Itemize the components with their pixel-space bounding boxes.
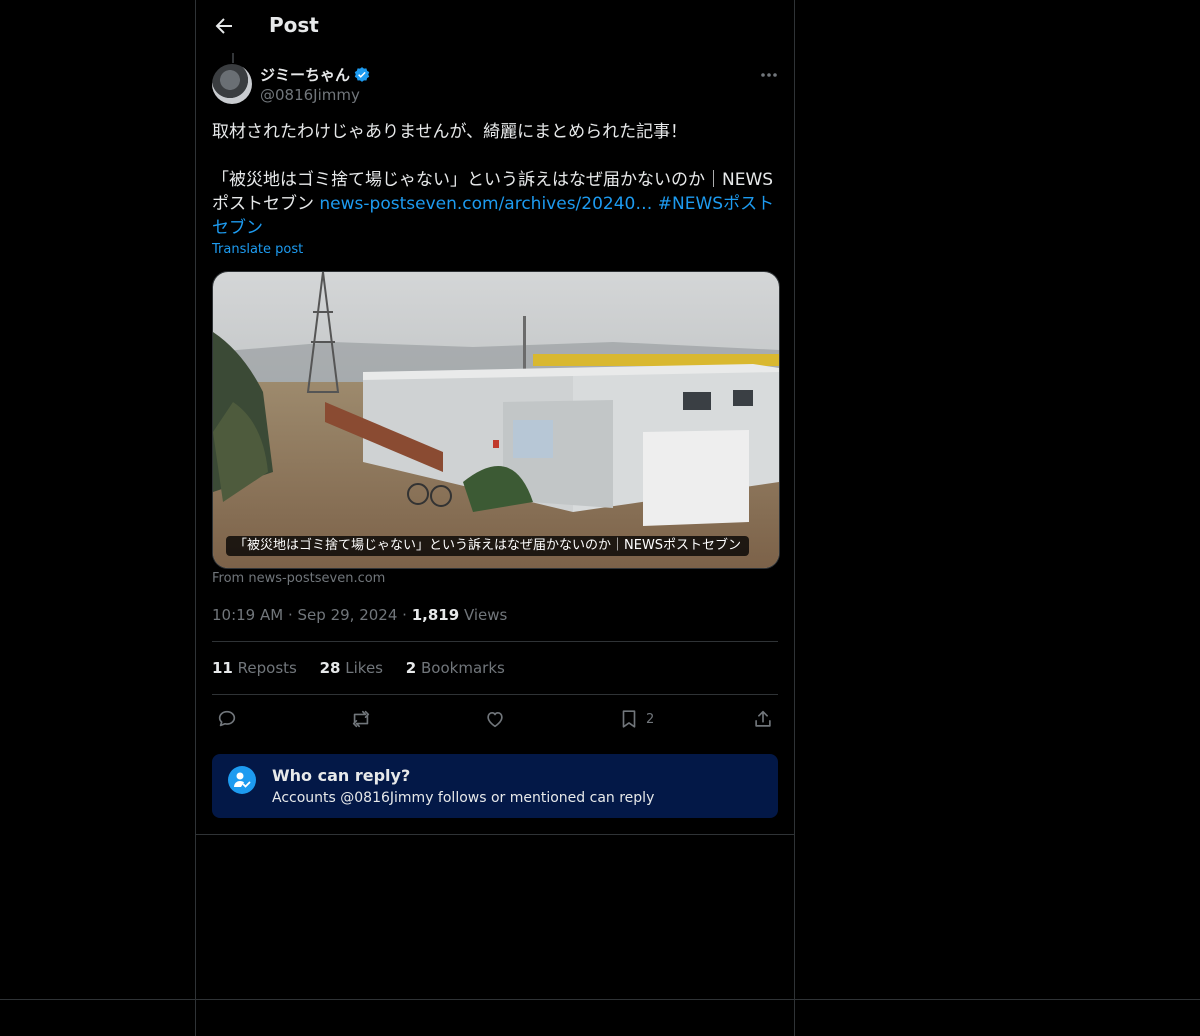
- reply-restriction-notice: Who can reply? Accounts @0816Jimmy follo…: [212, 754, 778, 818]
- post-text-line1: 取材されたわけじゃありませんが、綺麗にまとめられた記事！: [212, 122, 688, 142]
- bookmark-count: 2: [646, 711, 655, 727]
- card-source[interactable]: From news-postseven.com: [212, 571, 385, 586]
- reply-restriction-subtitle: Accounts @0816Jimmy follows or mentioned…: [272, 790, 655, 806]
- reply-button[interactable]: [216, 707, 238, 731]
- link-card[interactable]: 「被災地はゴミ捨て場じゃない」という訴えはなぜ届かないのか｜NEWSポストセブン: [212, 271, 780, 569]
- bookmarks-label: Bookmarks: [421, 659, 505, 677]
- verified-badge-icon[interactable]: [353, 66, 371, 84]
- repost-icon: [352, 710, 370, 728]
- views-count: 1,819: [411, 606, 460, 624]
- reposts-label: Reposts: [237, 659, 297, 677]
- person-check-icon: [228, 766, 256, 794]
- translate-post-link[interactable]: Translate post: [212, 242, 303, 257]
- likes-label: Likes: [345, 659, 384, 677]
- post-text: 取材されたわけじゃありませんが、綺麗にまとめられた記事！ 「被災地はゴミ捨て場じ…: [212, 120, 778, 240]
- reply-restriction-title: Who can reply?: [272, 766, 411, 785]
- meta-dot: ·: [402, 606, 412, 624]
- post-meta: 10:19 AM · Sep 29, 2024 · 1,819 Views: [212, 606, 507, 624]
- divider: [196, 834, 794, 835]
- thread-line: [232, 53, 234, 63]
- reply-icon: [218, 710, 236, 727]
- card-caption: 「被災地はゴミ捨て場じゃない」という訴えはなぜ届かないのか｜NEWSポストセブン: [226, 536, 750, 556]
- like-icon: [487, 712, 503, 728]
- author-handle[interactable]: @0816Jimmy: [260, 86, 360, 104]
- post-date[interactable]: Sep 29, 2024: [298, 606, 398, 624]
- views-label: Views: [463, 606, 508, 624]
- divider: [212, 641, 778, 642]
- bookmarks-stat[interactable]: 2 Bookmarks: [406, 659, 505, 677]
- article-link[interactable]: news-postseven.com/archives/20240…: [319, 194, 652, 214]
- repost-button[interactable]: [350, 707, 372, 731]
- back-arrow-icon[interactable]: [212, 14, 238, 40]
- page-title: Post: [269, 13, 319, 37]
- meta-dot: ·: [287, 606, 298, 624]
- likes-stat[interactable]: 28 Likes: [320, 659, 383, 677]
- bookmark-icon: [622, 710, 636, 728]
- divider: [212, 694, 778, 695]
- bookmark-button[interactable]: 2: [618, 707, 654, 731]
- reposts-stat[interactable]: 11 Reposts: [212, 659, 297, 677]
- main-column: Post ジミーちゃん @0816Jimmy 取材されたわけじゃありませんが、綺…: [195, 0, 795, 1036]
- post-time[interactable]: 10:19 AM: [212, 606, 283, 624]
- likes-count: 28: [319, 659, 341, 677]
- like-button[interactable]: [484, 707, 506, 731]
- post-header: Post: [196, 0, 794, 53]
- reposts-count: 11: [212, 659, 233, 677]
- more-icon[interactable]: [754, 64, 784, 86]
- card-image: [213, 272, 779, 568]
- author-name[interactable]: ジミーちゃん: [260, 64, 350, 85]
- post-stats: 11 Reposts 28 Likes 2 Bookmarks: [212, 659, 523, 677]
- avatar[interactable]: [212, 64, 252, 104]
- share-icon: [755, 710, 771, 727]
- share-button[interactable]: [752, 707, 774, 731]
- bookmarks-count: 2: [405, 659, 417, 677]
